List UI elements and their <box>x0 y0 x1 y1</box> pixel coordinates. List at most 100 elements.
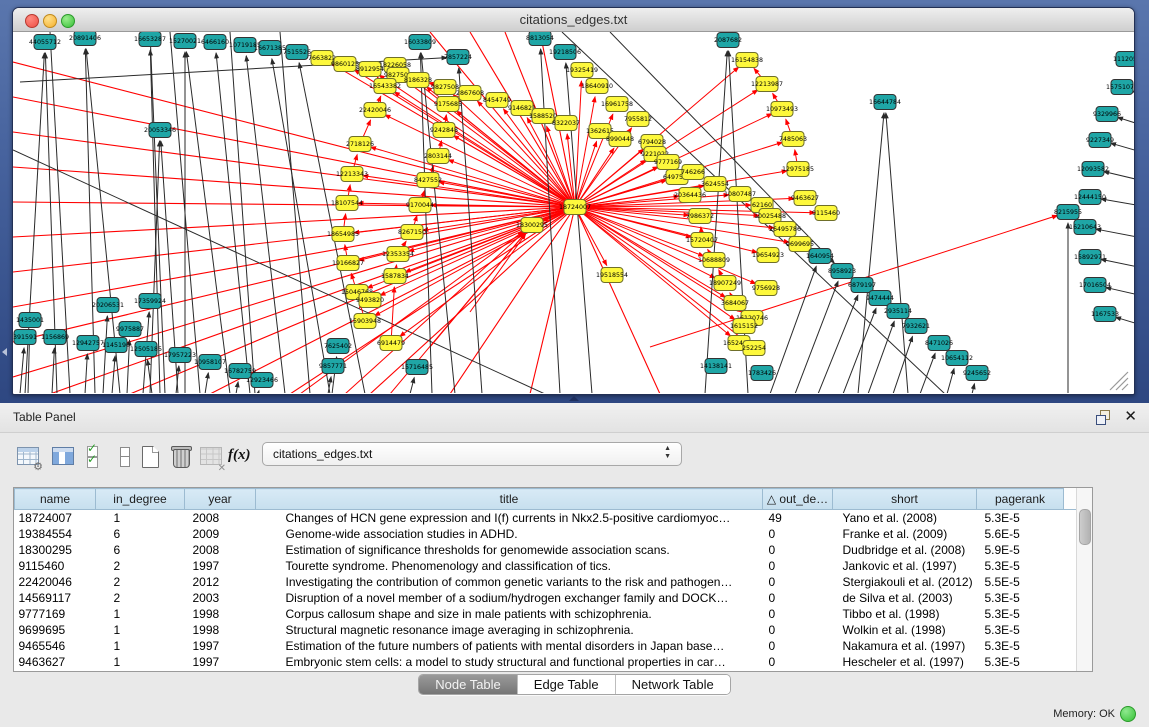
table-cell[interactable]: 5.5E-5 <box>977 574 1064 590</box>
black-edge[interactable] <box>1117 117 1134 127</box>
table-cell[interactable]: Changes of HCN gene expression and I(f) … <box>256 510 763 527</box>
black-edge[interactable] <box>85 354 87 393</box>
table-cell[interactable]: Structural magnetic resonance image aver… <box>256 622 763 638</box>
graph-node[interactable]: 16154838 <box>731 53 763 68</box>
table-cell[interactable]: Estimation of the future numbers of pati… <box>256 638 763 654</box>
graph-node[interactable]: 12213343 <box>336 167 368 182</box>
black-edge[interactable] <box>186 52 230 393</box>
graph-node[interactable]: 9975887 <box>116 322 144 337</box>
tab-edge-table[interactable]: Edge Table <box>518 675 616 694</box>
table-cell[interactable]: 9463627 <box>15 654 96 670</box>
black-edge[interactable] <box>1104 172 1134 182</box>
black-edge[interactable] <box>280 32 310 393</box>
table-cell[interactable]: 9777169 <box>15 606 96 622</box>
graph-node[interactable]: 7515526 <box>283 45 311 60</box>
graph-node[interactable]: 3624554 <box>701 177 729 192</box>
red-edge[interactable] <box>345 232 524 393</box>
graph-node[interactable]: 19325419 <box>566 63 598 78</box>
graph-node[interactable]: 18300295 <box>516 218 548 233</box>
table-cell[interactable]: 49 <box>763 510 833 527</box>
table-cell[interactable]: 5.9E-5 <box>977 542 1064 558</box>
table-cell[interactable]: 0 <box>763 590 833 606</box>
column-header-name[interactable]: name <box>15 489 96 510</box>
network-canvas[interactable]: 4405571220891406166532871527002164661601… <box>13 32 1134 393</box>
graph-node[interactable]: 1615152 <box>730 319 758 334</box>
table-cell[interactable]: 1 <box>96 510 185 527</box>
graph-node[interactable]: 16210643 <box>1069 220 1101 235</box>
black-edge[interactable] <box>230 32 255 393</box>
graph-node[interactable]: 16961758 <box>601 97 633 112</box>
black-edge[interactable] <box>818 295 858 393</box>
graph-node[interactable]: 7932621 <box>902 319 930 334</box>
table-cell[interactable]: 6 <box>96 526 185 542</box>
graph-node[interactable]: 9170044 <box>406 198 434 213</box>
graph-node[interactable]: 9245652 <box>963 366 991 381</box>
graph-node[interactable]: 12942757 <box>72 336 104 351</box>
vertical-scrollbar[interactable] <box>1076 488 1092 671</box>
table-row[interactable]: 1938455462009Genome-wide association stu… <box>15 526 1094 542</box>
table-selector-dropdown[interactable]: citations_edges.txt ▲▼ <box>262 442 682 466</box>
column-header-title[interactable]: title <box>256 489 763 510</box>
table-cell[interactable]: Embryonic stem cells: a model to study s… <box>256 654 763 670</box>
black-edge[interactable] <box>972 384 974 393</box>
table-cell[interactable]: Yano et al. (2008) <box>833 510 977 527</box>
table-cell[interactable]: 19384554 <box>15 526 96 542</box>
table-cell[interactable]: 1 <box>96 654 185 670</box>
black-edge[interactable] <box>886 113 908 393</box>
table-cell[interactable]: 0 <box>763 574 833 590</box>
red-edge[interactable] <box>391 287 394 343</box>
column-header-in_degree[interactable]: in_degree <box>96 489 185 510</box>
graph-node[interactable]: 44055712 <box>29 35 61 50</box>
red-edge[interactable] <box>13 97 575 207</box>
black-edge[interactable] <box>236 382 238 393</box>
graph-node[interactable]: 12975185 <box>782 162 814 177</box>
create-column-button[interactable] <box>138 444 164 470</box>
table-cell[interactable]: 1 <box>96 606 185 622</box>
table-cell[interactable]: 2008 <box>185 542 256 558</box>
table-cell[interactable]: Nakamura et al. (1997) <box>833 638 977 654</box>
graph-node[interactable]: 7986372 <box>686 209 714 224</box>
table-cell[interactable]: Stergiakouli et al. (2012) <box>833 574 977 590</box>
table-row[interactable]: 946362711997Embryonic stem cells: a mode… <box>15 654 1094 670</box>
table-cell[interactable]: Jankovic et al. (1997) <box>833 558 977 574</box>
table-row[interactable]: 1830029562008Estimation of significance … <box>15 542 1094 558</box>
graph-node[interactable]: 18107544 <box>331 196 363 211</box>
graph-node[interactable]: 18907249 <box>709 276 741 291</box>
graph-node[interactable]: 12093582 <box>1077 162 1109 177</box>
graph-node[interactable]: 8186328 <box>404 73 432 88</box>
graph-node[interactable]: 7955812 <box>624 112 652 127</box>
graph-node[interactable]: 746266 <box>681 165 705 180</box>
table-cell[interactable]: 0 <box>763 622 833 638</box>
table-cell[interactable]: 18300295 <box>15 542 96 558</box>
graph-node[interactable]: 9857771 <box>319 359 347 374</box>
graph-node[interactable]: 8267150 <box>398 225 426 240</box>
table-cell[interactable]: 5.3E-5 <box>977 510 1064 527</box>
graph-node[interactable]: 19518554 <box>596 268 628 283</box>
graph-node[interactable]: 2935114 <box>884 304 912 319</box>
graph-node[interactable]: 16644784 <box>869 95 901 110</box>
network-window[interactable]: citations_edges.txt 44055712208914061665… <box>12 7 1135 395</box>
memory-status-indicator[interactable] <box>1120 706 1136 722</box>
black-edge[interactable] <box>103 316 107 393</box>
table-cell[interactable]: Tourette syndrome. Phenomenology and cla… <box>256 558 763 574</box>
graph-node[interactable]: 8454749 <box>483 93 511 108</box>
table-row[interactable]: 2242004622012Investigating the contribut… <box>15 574 1094 590</box>
graph-node[interactable]: 15892971 <box>1074 250 1106 265</box>
graph-node[interactable]: 10688809 <box>698 253 730 268</box>
table-cell[interactable]: 14569117 <box>15 590 96 606</box>
select-columns-button[interactable]: ✓ ✓ <box>84 444 110 470</box>
table-cell[interactable]: 0 <box>763 638 833 654</box>
scrollbar-thumb[interactable] <box>1079 509 1091 545</box>
graph-node[interactable]: 15903948 <box>349 314 381 329</box>
graph-node[interactable]: 2087682 <box>714 33 742 48</box>
table-cell[interactable]: 0 <box>763 558 833 574</box>
graph-node[interactable]: 16653287 <box>134 32 166 47</box>
column-header-pagerank[interactable]: pagerank <box>977 489 1064 510</box>
graph-node[interactable]: 3684067 <box>721 296 749 311</box>
graph-node[interactable]: 17359924 <box>134 294 166 309</box>
graph-node[interactable]: 1167533 <box>1091 307 1119 322</box>
black-edge[interactable] <box>52 348 54 393</box>
table-cell[interactable]: Investigating the contribution of common… <box>256 574 763 590</box>
graph-node[interactable]: 20053346 <box>144 123 176 138</box>
graph-node[interactable]: 8958923 <box>828 264 856 279</box>
